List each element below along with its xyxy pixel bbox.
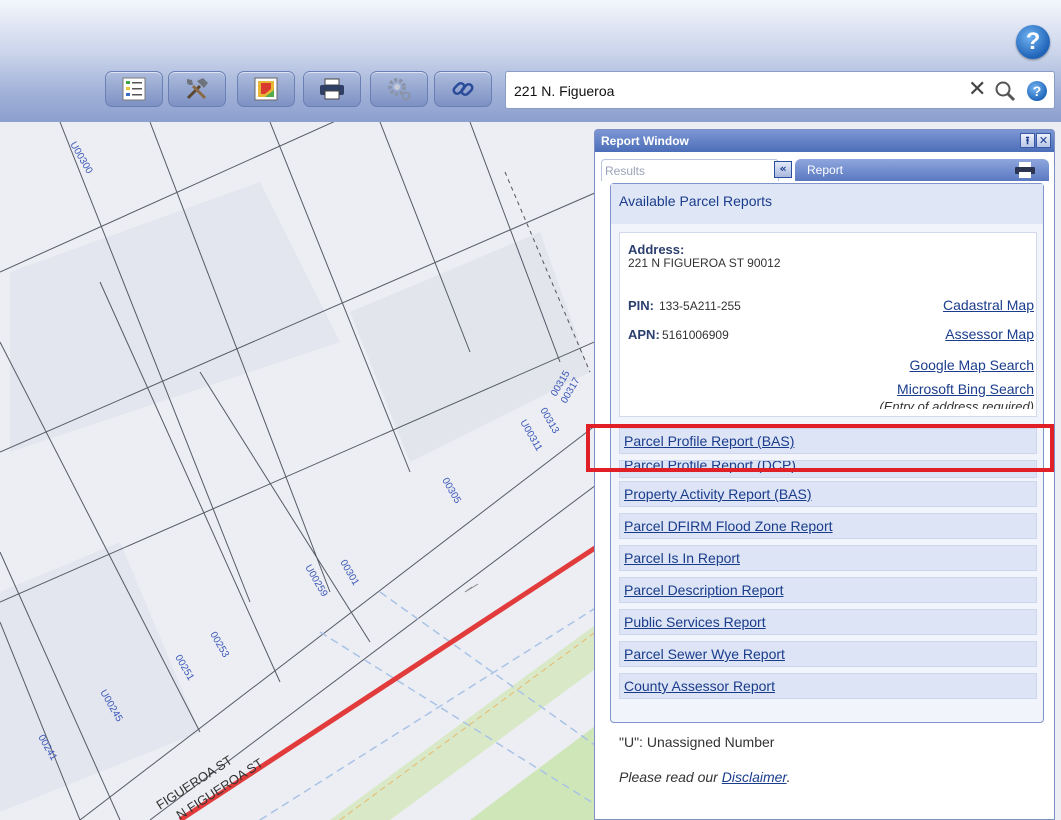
printer-icon (320, 78, 344, 100)
collapse-chevron-icon[interactable]: « (774, 161, 792, 178)
report-window-title[interactable]: Report Window (595, 130, 1054, 152)
disclaimer-prefix: Please read our (619, 769, 722, 785)
maximize-icon[interactable]: ⭱ (1020, 133, 1035, 148)
disclaimer-note: Please read our Disclaimer. (619, 769, 790, 785)
tools-icon (186, 78, 208, 100)
layers-list-icon (122, 77, 146, 101)
link-button[interactable] (434, 71, 492, 107)
printer-icon[interactable] (1014, 162, 1036, 178)
basemap-button[interactable] (237, 71, 295, 107)
report-link-county-assessor[interactable]: County Assessor Report (619, 673, 1037, 699)
bing-search-link[interactable]: Microsoft Bing Search (897, 381, 1034, 397)
parcel-info-box: Address: 221 N FIGUEROA ST 90012 PIN: 13… (619, 232, 1037, 417)
basemap-icon (254, 77, 278, 101)
report-label: Parcel Sewer Wye Report (624, 646, 785, 662)
report-label: County Assessor Report (624, 678, 775, 694)
gear-icon (388, 78, 411, 101)
tab-report[interactable]: Report (795, 159, 1049, 181)
close-icon[interactable]: ✕ (1036, 133, 1051, 148)
report-link-parcel-is-in[interactable]: Parcel Is In Report (619, 545, 1037, 571)
unassigned-number-note: "U": Unassigned Number (619, 734, 775, 750)
report-link-public-services[interactable]: Public Services Report (619, 609, 1037, 635)
tools-button[interactable] (168, 71, 226, 107)
report-label: Public Services Report (624, 614, 766, 630)
search-input[interactable] (512, 72, 956, 110)
layers-list-button[interactable] (105, 71, 163, 107)
assessor-map-link[interactable]: Assessor Map (945, 326, 1034, 342)
tab-results[interactable]: Results (601, 159, 779, 181)
report-label: Parcel Is In Report (624, 550, 740, 566)
search-help-icon[interactable]: ? (1027, 81, 1047, 101)
pin-value: 133-5A211-255 (659, 299, 741, 313)
search-icon[interactable] (994, 80, 1016, 102)
address-value: 221 N FIGUEROA ST 90012 (628, 256, 781, 270)
clear-icon[interactable]: ✕ (968, 78, 986, 102)
apn-value: 5161006909 (662, 328, 729, 342)
link-icon (452, 81, 474, 97)
report-link-flood-zone[interactable]: Parcel DFIRM Flood Zone Report (619, 513, 1037, 539)
cadastral-map-link[interactable]: Cadastral Map (943, 297, 1034, 313)
bing-search-note: (Entry of address required) (879, 399, 1034, 409)
disclaimer-link[interactable]: Disclaimer (722, 769, 787, 785)
print-button[interactable] (303, 71, 361, 107)
report-link-sewer-wye[interactable]: Parcel Sewer Wye Report (619, 641, 1037, 667)
report-link-parcel-description[interactable]: Parcel Description Report (619, 577, 1037, 603)
address-label: Address: (628, 242, 685, 257)
report-label: Property Activity Report (BAS) (624, 486, 812, 502)
search-box: ✕ ? (505, 71, 1055, 110)
help-question-icon[interactable]: ? (1016, 25, 1050, 59)
highlight-box (586, 424, 1054, 472)
disclaimer-suffix: . (786, 769, 791, 785)
pin-label: PIN: (628, 298, 654, 313)
report-label: Parcel Description Report (624, 582, 784, 598)
report-link-property-activity[interactable]: Property Activity Report (BAS) (619, 481, 1037, 507)
report-label: Parcel DFIRM Flood Zone Report (624, 518, 833, 534)
report-window: Report Window ⭱ ✕ Results « Report Avail… (594, 129, 1055, 820)
apn-label: APN: (628, 327, 660, 342)
top-toolbar: ? 221 N. Figueroa ✕ ? (0, 0, 1061, 122)
settings-button[interactable] (370, 71, 428, 107)
google-map-search-link[interactable]: Google Map Search (909, 357, 1034, 373)
available-reports-heading: Available Parcel Reports (611, 184, 1043, 224)
tab-report-label: Report (807, 163, 844, 177)
